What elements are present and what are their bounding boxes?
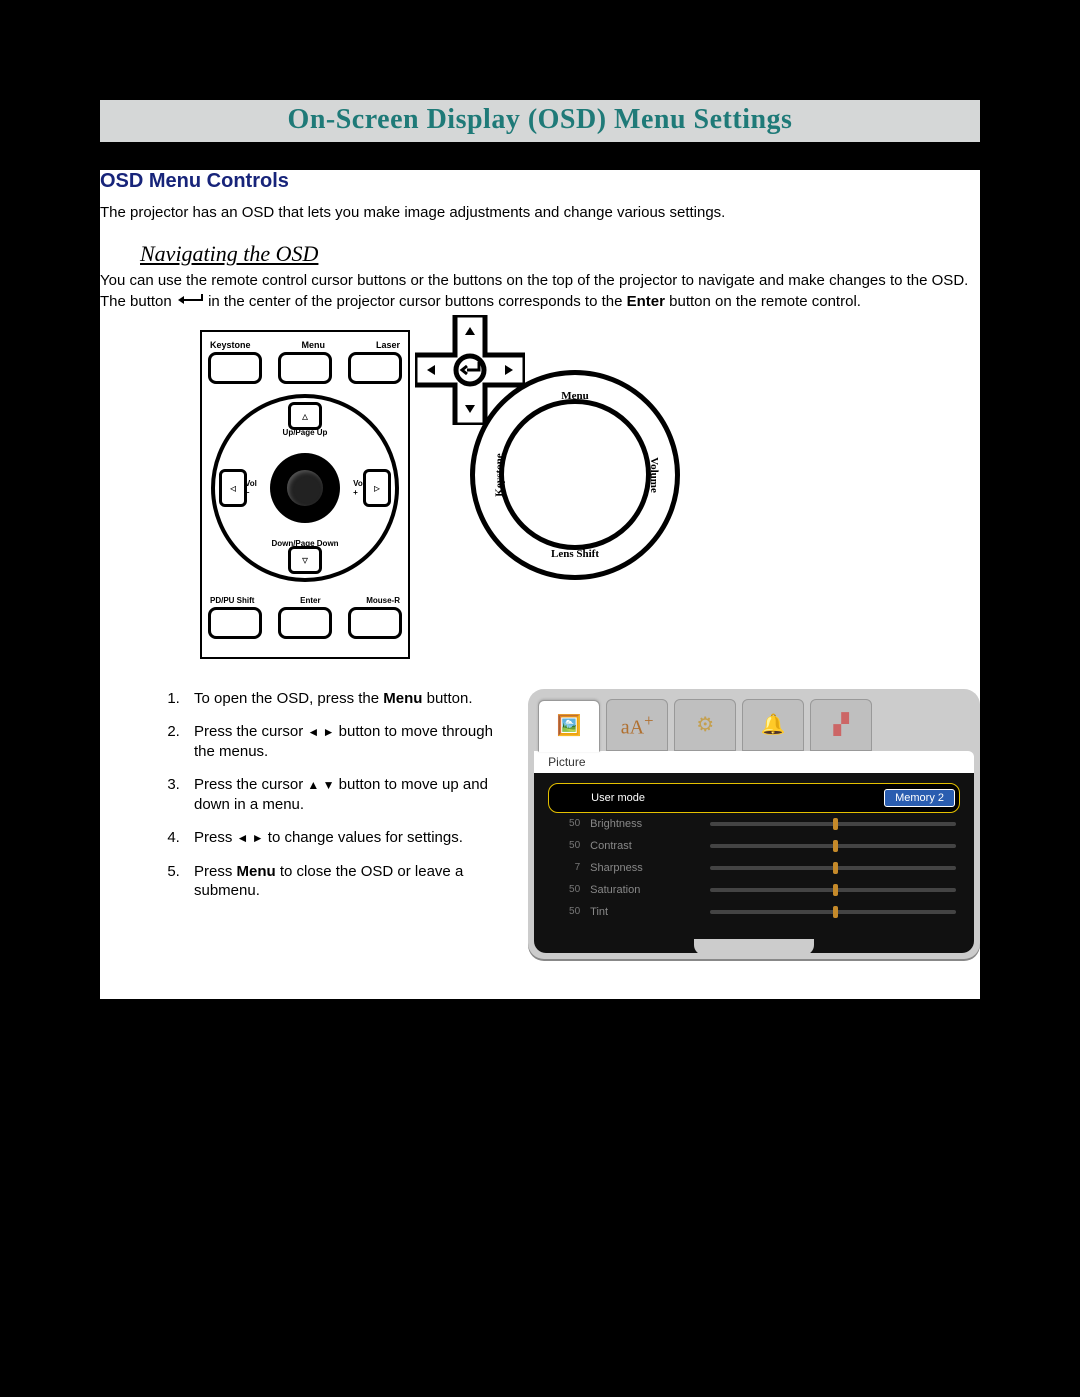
remote-menu-button — [278, 352, 332, 384]
step-3-pre: Press the cursor — [194, 776, 307, 793]
step-5: Press Menu to close the OSD or leave a s… — [184, 862, 498, 901]
step-3: Press the cursor ▲ ▼ button to move up a… — [184, 775, 498, 814]
grid-icon: ▞ — [833, 712, 848, 737]
osd-row-value: 50 — [552, 818, 580, 829]
remote-label-laser: Laser — [376, 340, 400, 350]
osd-row-value: 50 — [552, 840, 580, 851]
remote-down-button: ▿ — [288, 546, 322, 574]
osd-row-slider — [710, 910, 956, 914]
remote-down-label: Down/Page Down — [271, 539, 338, 548]
page-title: On-Screen Display (OSD) Menu Settings — [100, 100, 980, 142]
remote-left-button: ◃ — [219, 469, 247, 507]
osd-row-saturation: 50 Saturation — [548, 879, 960, 901]
osd-row-brightness: 50 Brightness — [548, 813, 960, 835]
intro-text: The projector has an OSD that lets you m… — [100, 203, 980, 223]
osd-row-slider — [710, 866, 956, 870]
picture-icon: 🖼️ — [557, 713, 582, 738]
osd-row-label: Sharpness — [590, 862, 710, 874]
remote-label-pdpu: PD/PU Shift — [210, 596, 254, 605]
nav-text-after: in the center of the projector cursor bu… — [208, 293, 627, 310]
step-5-bold: Menu — [237, 863, 276, 880]
osd-row-value: 50 — [552, 884, 580, 895]
osd-tab-picture: 🖼️ — [538, 700, 600, 752]
remote-cursor-ring: ▵ ▿ ◃ ▹ Up/Page Up Down/Page Down Vol – … — [211, 394, 399, 582]
dial-label-keystone: Keystone — [494, 453, 506, 496]
remote-label-enter: Enter — [300, 596, 320, 605]
osd-row-value: 50 — [552, 906, 580, 917]
osd-row-label: Tint — [590, 906, 710, 918]
section-heading: OSD Menu Controls — [100, 170, 980, 193]
remote-pdpu-button — [208, 607, 262, 639]
step-1-post: button. — [422, 690, 472, 707]
remote-laser-button — [348, 352, 402, 384]
osd-row-value: 7 — [552, 862, 580, 873]
osd-row-usermode: User mode Memory 2 — [548, 783, 960, 813]
gear-icon: ⚙ — [696, 712, 714, 737]
remote-right-label: Vol + — [353, 479, 365, 497]
osd-row-tint: 50 Tint — [548, 901, 960, 923]
dial-label-lensshift: Lens Shift — [551, 548, 599, 560]
text-icon: aA+ — [621, 711, 654, 740]
remote-label-menu: Menu — [301, 340, 325, 350]
remote-label-keystone: Keystone — [210, 340, 251, 350]
bell-icon: 🔔 — [761, 712, 786, 737]
osd-tab-layout: ▞ — [810, 699, 872, 751]
osd-panel-label: Picture — [534, 751, 974, 773]
step-1-pre: To open the OSD, press the — [194, 690, 383, 707]
osd-row-label: Contrast — [590, 840, 710, 852]
step-1: To open the OSD, press the Menu button. — [184, 689, 498, 709]
osd-usermode-value: Memory 2 — [884, 789, 955, 807]
osd-notch — [694, 939, 814, 955]
osd-row-label: Brightness — [590, 818, 710, 830]
left-right-arrows-icon: ◄ ► — [307, 725, 334, 739]
left-right-arrows-icon: ◄ ► — [237, 831, 264, 845]
osd-row-slider — [710, 888, 956, 892]
remote-right-button: ▹ — [363, 469, 391, 507]
enter-icon — [176, 292, 204, 312]
nav-text-tail: button on the remote control. — [669, 293, 861, 310]
osd-tab-settings: ⚙ — [674, 699, 736, 751]
step-2-pre: Press the cursor — [194, 723, 307, 740]
projector-dial-diagram: Menu Lens Shift Keystone Volume — [470, 370, 680, 580]
remote-up-button: ▵ — [288, 402, 322, 430]
remote-left-label: Vol – — [245, 479, 257, 497]
remote-diagram: Keystone Menu Laser ▵ ▿ ◃ ▹ Up/Page Up D… — [200, 330, 410, 659]
remote-center-button — [270, 453, 340, 523]
remote-keystone-button — [208, 352, 262, 384]
step-5-pre: Press — [194, 863, 237, 880]
remote-enter-button — [278, 607, 332, 639]
osd-panel: 🖼️ aA+ ⚙ 🔔 ▞ Picture User mode Memory 2 … — [528, 689, 980, 959]
up-down-arrows-icon: ▲ ▼ — [307, 778, 334, 792]
remote-label-mouser: Mouse-R — [366, 596, 400, 605]
osd-row-slider — [710, 822, 956, 826]
dial-dpad-icon — [415, 315, 525, 425]
nav-enter-word: Enter — [627, 293, 665, 310]
step-4-post: to change values for settings. — [264, 829, 463, 846]
osd-row-slider — [710, 844, 956, 848]
dial-label-volume: Volume — [648, 457, 660, 493]
remote-up-label: Up/Page Up — [283, 428, 328, 437]
osd-tab-text: aA+ — [606, 699, 668, 751]
instruction-list: To open the OSD, press the Menu button. … — [140, 689, 498, 915]
subsection-heading: Navigating the OSD — [140, 241, 980, 267]
step-1-bold: Menu — [383, 690, 422, 707]
step-2: Press the cursor ◄ ► button to move thro… — [184, 722, 498, 761]
nav-paragraph: You can use the remote control cursor bu… — [100, 271, 980, 312]
osd-tab-alert: 🔔 — [742, 699, 804, 751]
step-4: Press ◄ ► to change values for settings. — [184, 828, 498, 848]
remote-mouser-button — [348, 607, 402, 639]
dial-label-menu: Menu — [561, 390, 589, 402]
osd-row-label: Saturation — [590, 884, 710, 896]
osd-row-contrast: 50 Contrast — [548, 835, 960, 857]
step-4-pre: Press — [194, 829, 237, 846]
osd-row-sharpness: 7 Sharpness — [548, 857, 960, 879]
osd-usermode-label: User mode — [591, 792, 711, 804]
